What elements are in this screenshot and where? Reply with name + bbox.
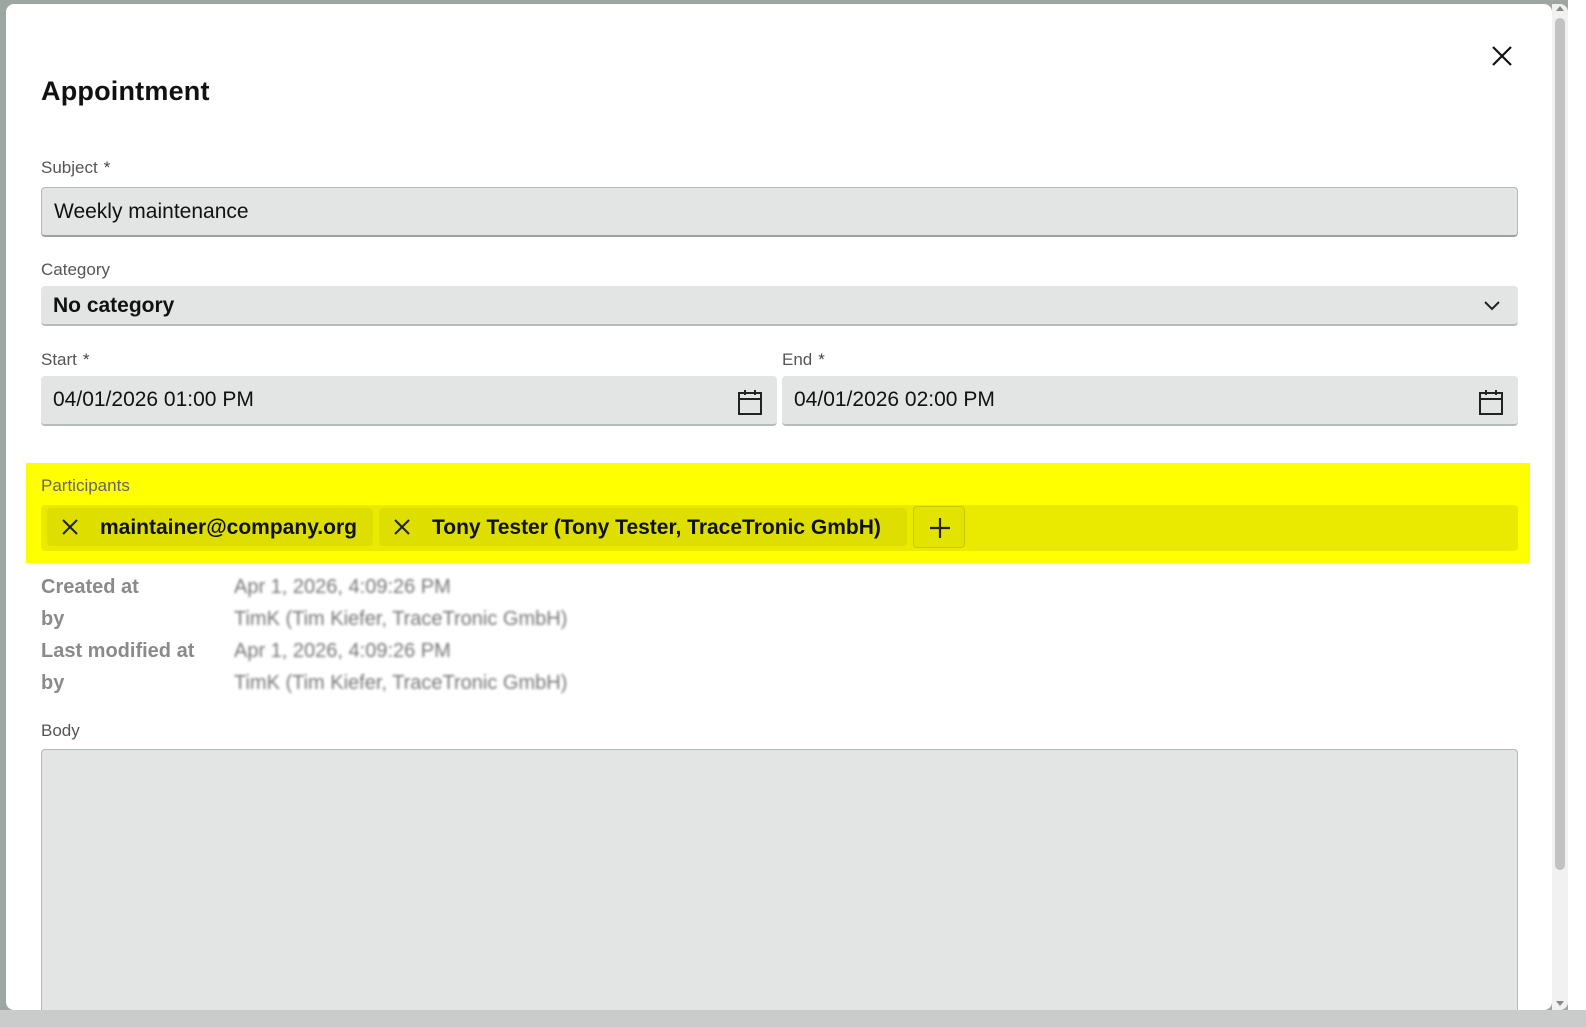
calendar-icon[interactable] — [1478, 388, 1504, 416]
appointment-dialog: Appointment Subject * Weekly maintenance … — [6, 4, 1552, 1010]
subject-value: Weekly maintenance — [54, 200, 249, 223]
body-textarea[interactable] — [41, 749, 1518, 1010]
end-label-text: End — [782, 350, 813, 369]
participant-chip: Tony Tester (Tony Tester, TraceTronic Gm… — [379, 508, 907, 546]
plus-icon — [930, 518, 950, 538]
modified-at-value: Apr 1, 2026, 4:09:26 PM — [234, 640, 451, 662]
participants-section: Participants maintainer@company.org Tony… — [26, 463, 1530, 563]
modified-by-value: TimK (Tim Kiefer, TraceTronic GmbH) — [234, 672, 568, 694]
page-bottom-strip — [0, 1010, 1586, 1027]
scroll-down-arrow-icon[interactable] — [1556, 1001, 1564, 1006]
start-value: 04/01/2026 01:00 PM — [53, 388, 254, 411]
close-icon — [1492, 46, 1512, 66]
page-background-strip — [1568, 0, 1586, 1027]
calendar-icon[interactable] — [737, 388, 763, 416]
end-label: End * — [782, 350, 825, 370]
subject-input[interactable]: Weekly maintenance — [41, 187, 1518, 237]
scroll-up-arrow-icon[interactable] — [1556, 6, 1564, 11]
end-required-mark: * — [818, 350, 825, 369]
remove-participant-icon[interactable] — [61, 518, 79, 536]
start-label: Start * — [41, 350, 90, 370]
created-by-label: by — [41, 608, 65, 630]
start-label-text: Start — [41, 350, 77, 369]
modified-at-label: Last modified at — [41, 640, 195, 662]
participants-label: Participants — [41, 476, 130, 495]
body-label: Body — [41, 721, 80, 740]
scrollbar-thumb[interactable] — [1555, 18, 1565, 870]
category-select[interactable]: No category — [41, 286, 1518, 326]
chevron-down-icon — [1484, 301, 1500, 311]
created-at-value: Apr 1, 2026, 4:09:26 PM — [234, 576, 451, 598]
participant-chip-label: Tony Tester (Tony Tester, TraceTronic Gm… — [432, 516, 881, 539]
start-datetime-input[interactable]: 04/01/2026 01:00 PM — [41, 376, 777, 426]
category-label: Category — [41, 260, 110, 279]
created-at-label: Created at — [41, 576, 139, 598]
subject-label: Subject * — [41, 158, 110, 178]
subject-required-mark: * — [103, 158, 111, 177]
modified-by-label: by — [41, 672, 65, 694]
end-datetime-input[interactable]: 04/01/2026 02:00 PM — [782, 376, 1518, 426]
category-value: No category — [53, 294, 175, 317]
end-value: 04/01/2026 02:00 PM — [794, 388, 995, 411]
participant-chip: maintainer@company.org — [47, 508, 373, 546]
start-required-mark: * — [82, 350, 90, 369]
subject-label-text: Subject — [41, 158, 98, 177]
created-by-value: TimK (Tim Kiefer, TraceTronic GmbH) — [234, 608, 568, 630]
participant-chip-label: maintainer@company.org — [100, 516, 357, 539]
vertical-scrollbar[interactable] — [1552, 4, 1568, 1010]
add-participant-button[interactable] — [913, 506, 965, 548]
participants-field[interactable]: maintainer@company.org Tony Tester (Tony… — [41, 505, 1518, 551]
dialog-title: Appointment — [41, 76, 210, 106]
remove-participant-icon[interactable] — [393, 518, 411, 536]
close-button[interactable] — [1488, 42, 1516, 70]
